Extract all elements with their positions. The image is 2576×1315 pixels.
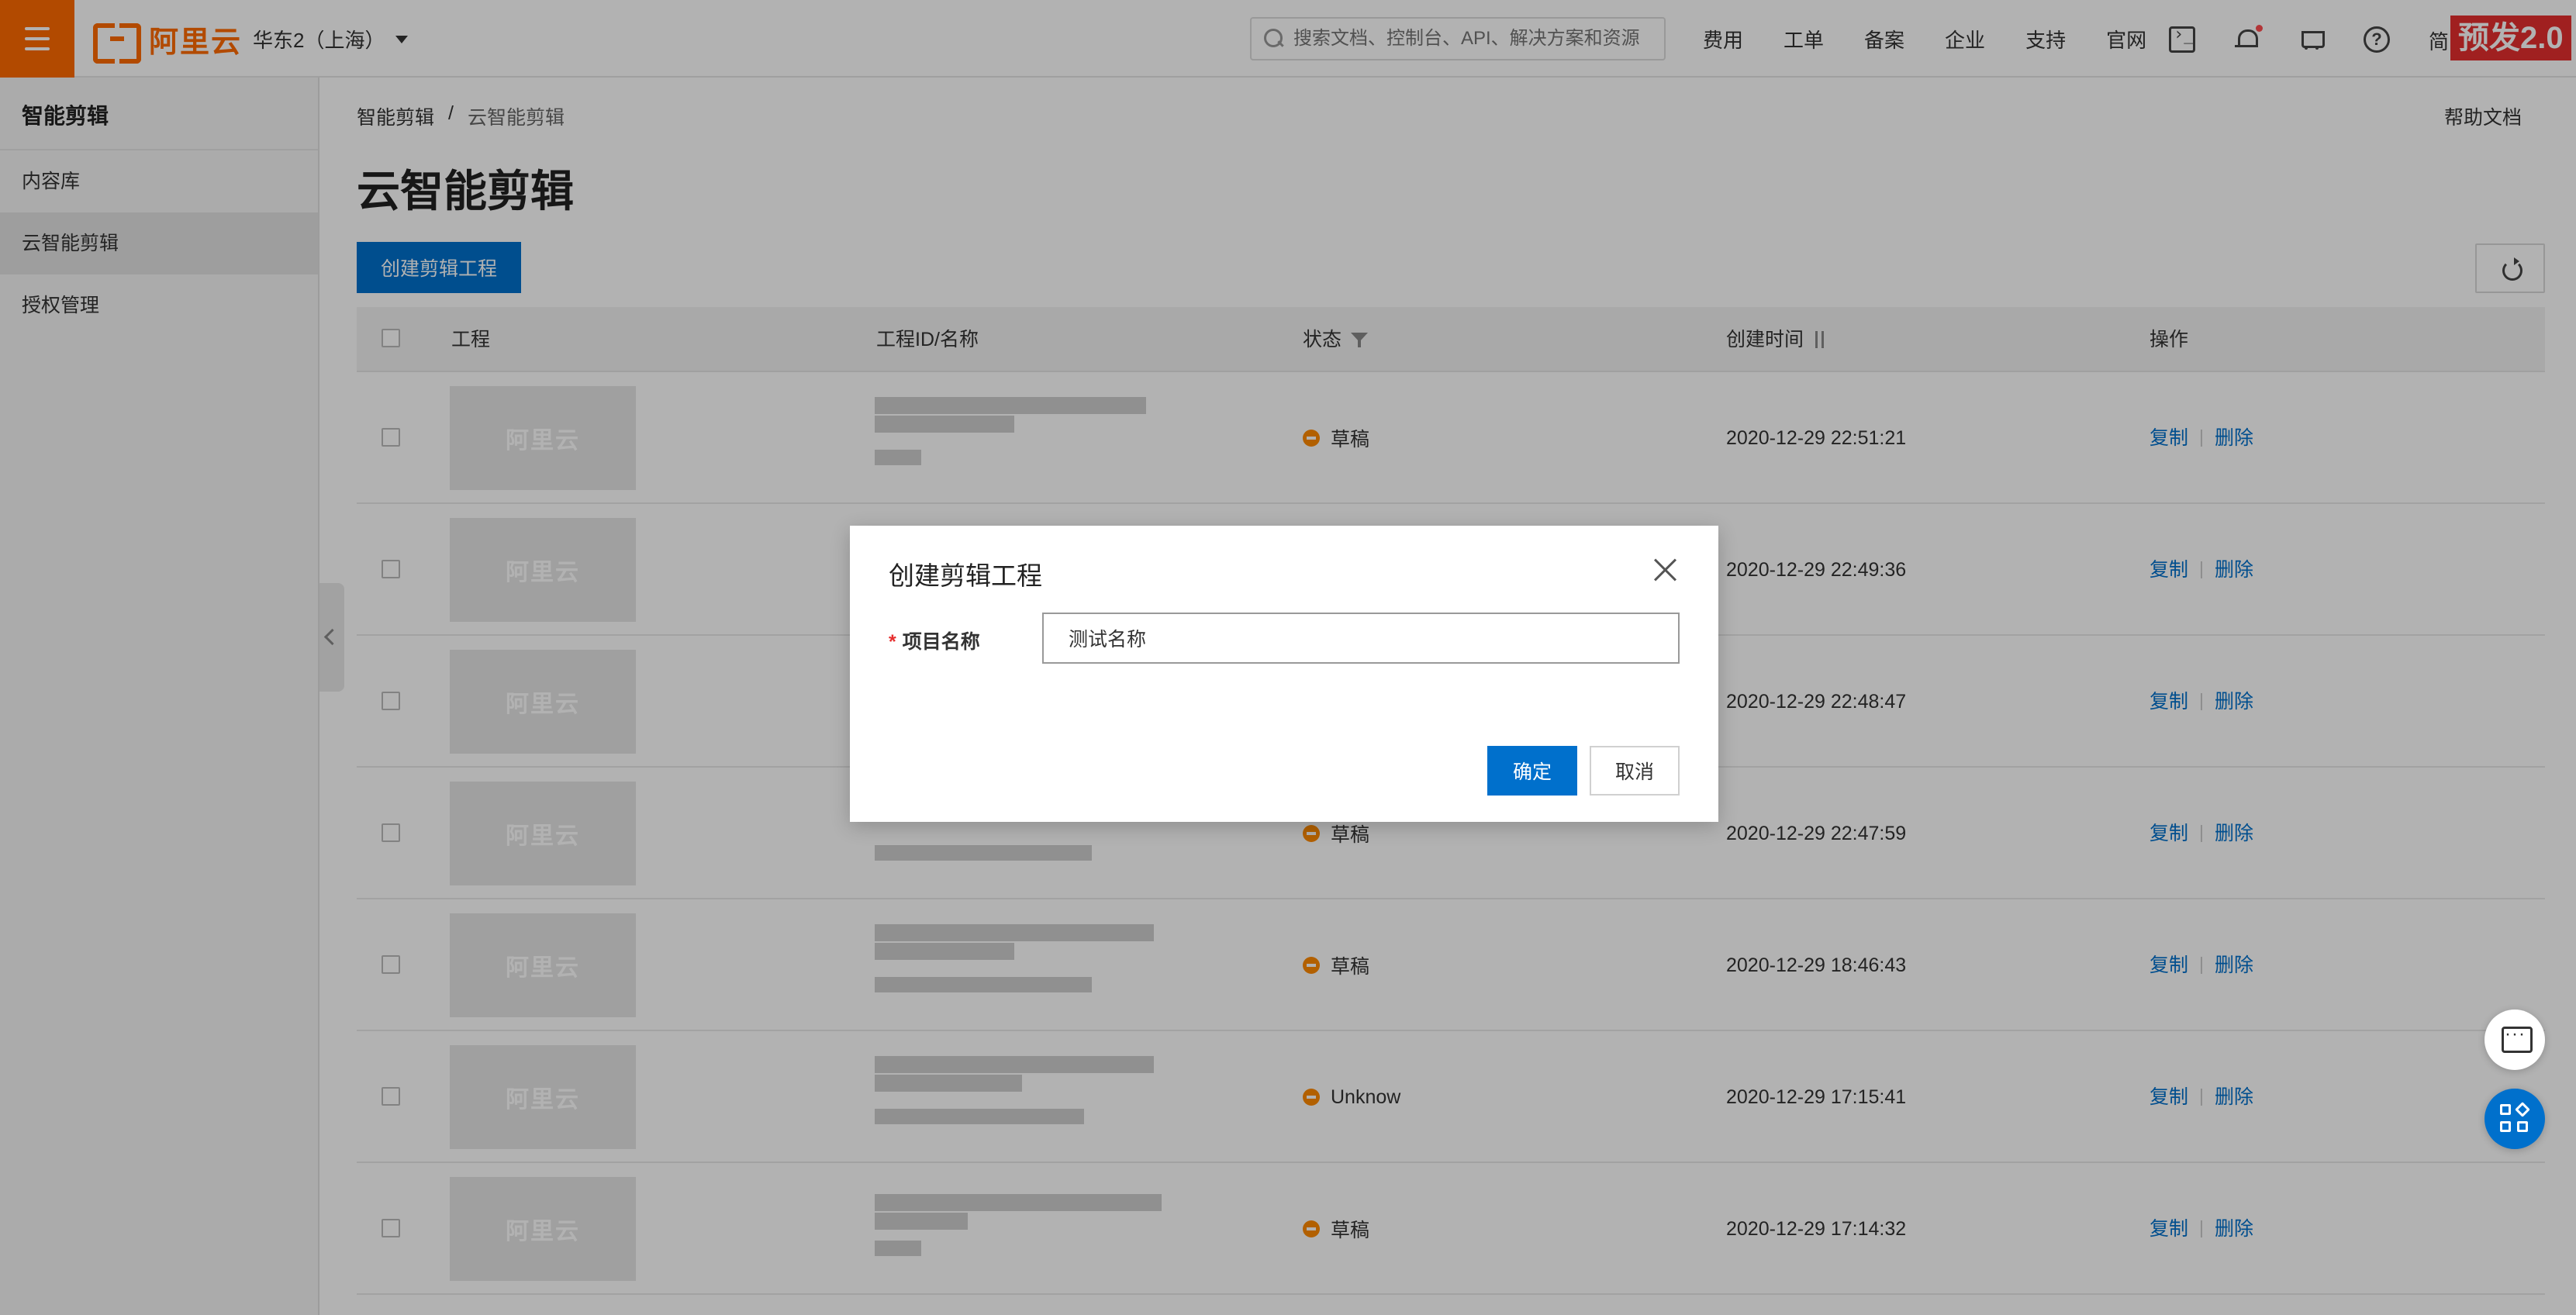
required-mark: * [889,631,896,653]
create-project-dialog: 创建剪辑工程 * 项目名称 确定 取消 [850,526,1718,822]
project-name-input[interactable] [1042,613,1680,664]
dialog-title: 创建剪辑工程 [889,561,1042,590]
project-name-label-text: 项目名称 [902,631,980,653]
confirm-button[interactable]: 确定 [1487,746,1577,796]
apps-icon[interactable] [2484,1089,2545,1149]
cancel-button[interactable]: 取消 [1590,746,1680,796]
chat-icon[interactable] [2484,1010,2545,1070]
project-name-label: * 项目名称 [889,626,980,654]
close-icon[interactable] [1652,555,1680,583]
